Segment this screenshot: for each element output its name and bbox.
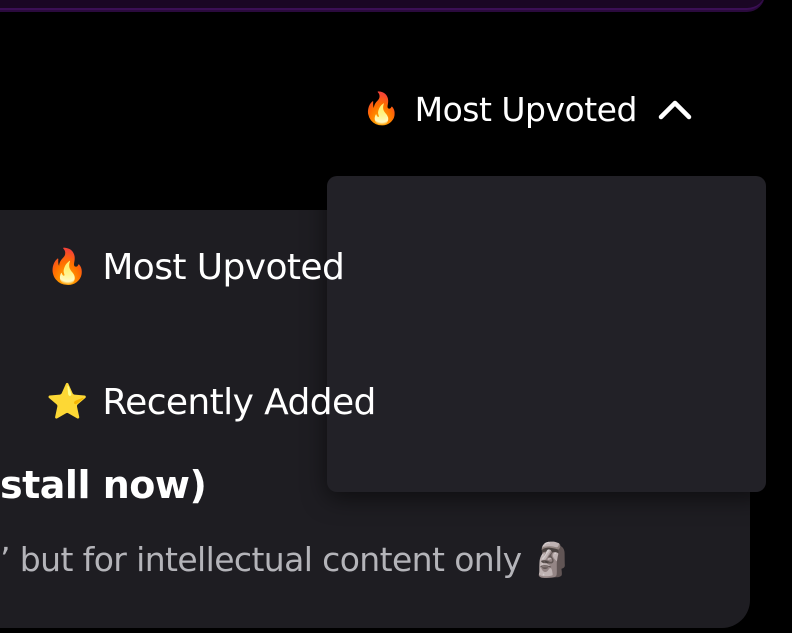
card-title[interactable]: stall now): [0, 463, 207, 507]
star-icon: ⭐: [46, 382, 89, 422]
menu-item-recently-added[interactable]: ⭐ Recently Added: [46, 373, 376, 431]
fire-icon: 🔥: [362, 90, 401, 127]
menu-item-label: Recently Added: [102, 381, 376, 423]
fire-icon: 🔥: [46, 247, 89, 287]
sort-dropdown-toggle[interactable]: 🔥 Most Upvoted: [362, 86, 693, 132]
menu-item-label: Most Upvoted: [102, 246, 345, 288]
card-description: ’ but for intellectual content only 🗿: [0, 540, 573, 579]
chevron-up-icon[interactable]: [657, 94, 693, 124]
top-banner: [0, 0, 765, 10]
sort-menu: [327, 176, 766, 492]
sort-current-label: Most Upvoted: [414, 89, 638, 129]
page: stall now) ’ but for intellectual conten…: [0, 0, 792, 633]
menu-item-most-upvoted[interactable]: 🔥 Most Upvoted: [46, 238, 345, 296]
